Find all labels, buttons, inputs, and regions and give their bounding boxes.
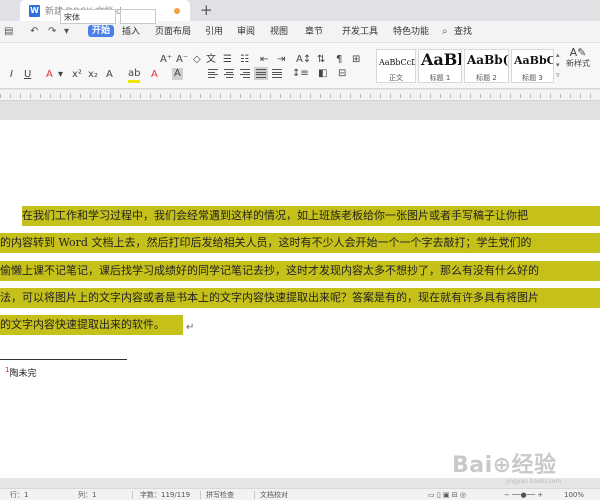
clear-format-icon[interactable]: ◇ xyxy=(193,54,201,66)
footnote-text: 陶未完 xyxy=(9,369,37,379)
paragraph-shading-icon[interactable]: ◧ xyxy=(318,68,327,80)
sort-icon[interactable]: ⇅ xyxy=(317,54,325,66)
menu-review[interactable]: 审阅 xyxy=(237,27,255,37)
text-direction-icon[interactable]: A↕ xyxy=(296,54,311,66)
style-sample: AaBbC xyxy=(514,54,554,67)
italic-button[interactable]: I xyxy=(10,69,13,81)
pinyin-icon[interactable]: 文 xyxy=(206,54,216,66)
gallery-scroll-icon[interactable]: ▴ ▾ ▿ xyxy=(556,50,564,80)
style-heading-3[interactable]: AaBbC 标题 3 xyxy=(511,49,554,83)
underline-button[interactable]: U xyxy=(24,69,31,81)
undo-icon[interactable]: ↶ xyxy=(30,26,38,38)
style-name: 标题 1 xyxy=(429,74,451,82)
grow-font-icon[interactable]: A⁺ xyxy=(160,54,172,66)
paragraph-line[interactable]: 偷懒上课不记笔记，课后找学习成绩好的同学记笔记去抄，这时才发现内容太多不想抄了，… xyxy=(0,261,600,281)
status-column[interactable]: 列：1 xyxy=(78,490,96,500)
indent-icon[interactable]: ⇥ xyxy=(277,54,285,66)
highlight-button[interactable]: ab xyxy=(128,68,140,80)
style-sample: AaBl xyxy=(421,50,462,69)
superscript-button[interactable]: x² xyxy=(72,69,82,81)
save-icon[interactable]: ▤ xyxy=(4,26,13,38)
horizontal-ruler[interactable] xyxy=(0,90,600,101)
menu-home[interactable]: 开始 xyxy=(88,25,115,37)
menu-view[interactable]: 视图 xyxy=(270,27,288,37)
line-spacing-icon[interactable]: ↕≡ xyxy=(292,68,309,80)
style-name: 标题 2 xyxy=(476,74,497,82)
redo-icon[interactable]: ↷ xyxy=(48,26,56,38)
status-separator xyxy=(200,491,201,499)
paragraph-line[interactable]: 的内容转到 Word 文档上去，然后打印后发给相关人员，这时有不少人会开始一个一… xyxy=(0,233,600,253)
style-sample: AaBb( xyxy=(467,53,509,67)
border-icon[interactable]: ⊞ xyxy=(352,54,360,66)
style-name: 正文 xyxy=(389,74,403,82)
numbered-list-icon[interactable]: ☷ xyxy=(240,54,249,66)
table-border-icon[interactable]: ⊟ xyxy=(338,68,346,80)
ruler-ticks xyxy=(0,94,600,98)
menu-references[interactable]: 引用 xyxy=(205,27,223,37)
menu-find[interactable]: 查找 xyxy=(454,27,472,37)
paragraph-mark-icon: ↵ xyxy=(186,322,195,333)
document-page[interactable]: 在我们工作和学习过程中，我们会经常遇到这样的情况，如上班族老板给你一张图片或者手… xyxy=(0,120,600,478)
status-bar: 行：1 列：1 字数：119/119 拼写检查 文档校对 ▭ ▯ ▣ ⊟ ◎ −… xyxy=(0,488,600,500)
paragraph-line[interactable]: 的文字内容快速提取出来的软件。 xyxy=(0,315,183,335)
menu-insert[interactable]: 插入 xyxy=(122,27,140,37)
distributed-button[interactable] xyxy=(272,69,282,78)
status-word-count[interactable]: 字数：119/119 xyxy=(140,490,190,500)
new-style-label: 新样式 xyxy=(566,59,590,68)
new-tab-button[interactable]: + xyxy=(200,1,213,19)
style-sample: AaBbCcDd xyxy=(379,58,415,67)
wps-writer-window: W 新建 DOCX 文档.docx + ▤ ↶ ↷ ▾ 开始 插入 页面布局 引… xyxy=(0,0,600,500)
text-effect-button[interactable]: A xyxy=(106,69,113,81)
font-size-select[interactable] xyxy=(120,9,156,24)
align-center-button[interactable] xyxy=(224,69,234,78)
unsaved-dot-icon xyxy=(174,8,180,14)
style-heading-1[interactable]: AaBl 标题 1 xyxy=(418,49,462,83)
menu-bar: ▤ ↶ ↷ ▾ 开始 插入 页面布局 引用 审阅 视图 章节 开发工具 特色功能… xyxy=(0,21,600,43)
status-line[interactable]: 行：1 xyxy=(10,490,28,500)
dropdown-chevron-icon[interactable]: ▾ xyxy=(64,26,69,38)
status-separator xyxy=(132,491,133,499)
font-color-button-2[interactable]: A xyxy=(151,69,158,81)
paragraph-line[interactable]: 在我们工作和学习过程中，我们会经常遇到这样的情况，如上班族老板给你一张图片或者手… xyxy=(22,206,600,226)
menu-developer[interactable]: 开发工具 xyxy=(342,27,378,37)
paragraph-line[interactable]: 法，可以将图片上的文字内容或者是书本上的文字内容快速提取出来呢？答案是有的，现在… xyxy=(0,288,600,308)
font-color-dropdown-icon[interactable]: ▾ xyxy=(58,69,63,81)
bullet-list-icon[interactable]: ☰ xyxy=(223,54,232,66)
align-right-button[interactable] xyxy=(240,69,250,78)
new-style-button[interactable]: A✎ 新样式 xyxy=(566,46,590,69)
font-color-button[interactable]: A xyxy=(46,69,53,81)
footnote-separator xyxy=(0,359,127,360)
style-gallery: AaBbCcDd 正文 AaBl 标题 1 AaBb( 标题 2 AaBbC 标… xyxy=(376,49,554,83)
style-normal[interactable]: AaBbCcDd 正文 xyxy=(376,49,416,83)
status-separator xyxy=(254,491,255,499)
style-heading-2[interactable]: AaBb( 标题 2 xyxy=(464,49,509,83)
search-icon[interactable]: ⌕ xyxy=(442,26,448,38)
view-mode-icons[interactable]: ▭ ▯ ▣ ⊟ ◎ xyxy=(428,490,466,500)
status-spell-check[interactable]: 拼写检查 xyxy=(206,490,234,500)
justify-button[interactable] xyxy=(254,67,268,80)
footnote[interactable]: 1陶未完 xyxy=(5,366,36,379)
font-name-select[interactable]: 宋体 xyxy=(60,9,116,24)
baidu-jingyan-watermark: Bai⊕经验 xyxy=(452,453,557,478)
shrink-font-icon[interactable]: A⁻ xyxy=(176,54,188,66)
style-name: 标题 3 xyxy=(522,74,543,82)
align-left-button[interactable] xyxy=(208,69,218,78)
watermark-url: jingyan.baidu.com xyxy=(506,478,562,485)
menu-page-layout[interactable]: 页面布局 xyxy=(155,27,191,37)
char-shading-button[interactable]: A xyxy=(172,68,183,80)
subscript-button[interactable]: x₂ xyxy=(88,69,98,81)
menu-chapter[interactable]: 章节 xyxy=(305,27,323,37)
show-marks-icon[interactable]: ¶ xyxy=(336,54,342,66)
zoom-level[interactable]: 100% xyxy=(564,490,584,500)
new-style-icon: A✎ xyxy=(569,46,587,59)
page-gap xyxy=(0,101,600,120)
status-proofread[interactable]: 文档校对 xyxy=(260,490,288,500)
outdent-icon[interactable]: ⇤ xyxy=(260,54,268,66)
menu-special[interactable]: 特色功能 xyxy=(393,27,429,37)
highlight-color-swatch xyxy=(128,80,140,83)
docx-file-icon: W xyxy=(29,4,40,17)
zoom-slider-icon[interactable]: − ──●── + xyxy=(504,490,543,500)
